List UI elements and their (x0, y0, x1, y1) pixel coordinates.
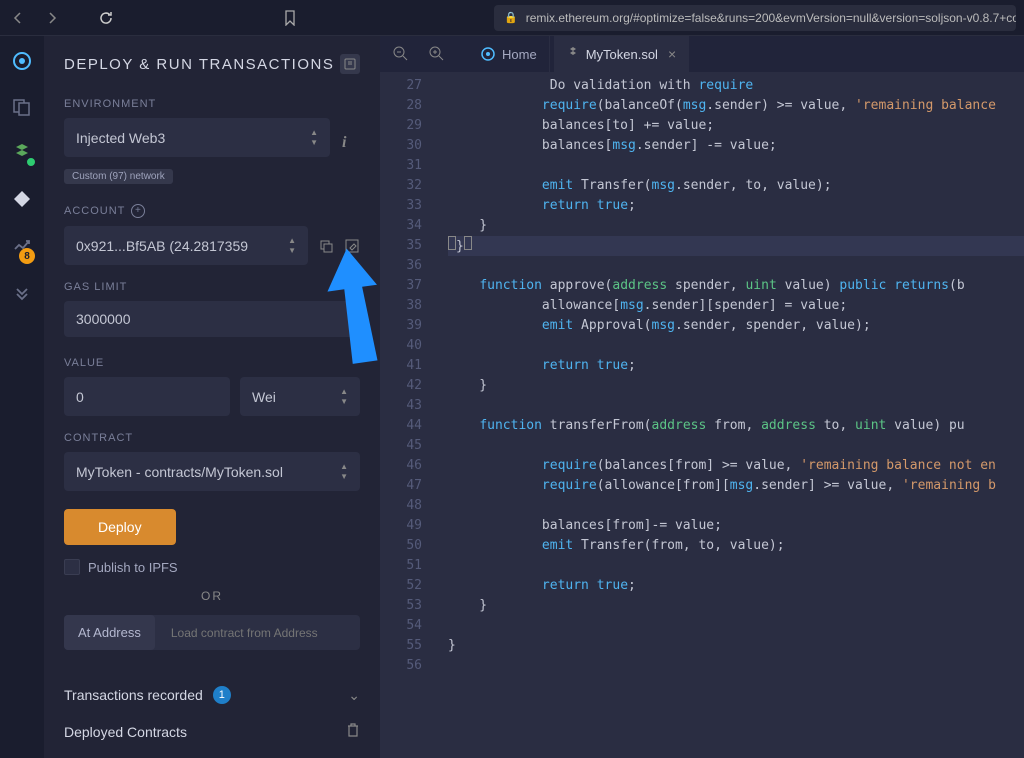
value-label: VALUE (64, 357, 360, 369)
zoom-in-icon[interactable] (424, 41, 450, 67)
editor-tabs: Home MyToken.sol × (380, 36, 1024, 72)
publish-ipfs-row[interactable]: Publish to IPFS (64, 559, 360, 575)
publish-ipfs-label: Publish to IPFS (88, 560, 178, 575)
contract-select[interactable]: MyToken - contracts/MyToken.sol ▲▼ (64, 452, 360, 491)
panel-title: DEPLOY & RUN TRANSACTIONS (64, 54, 360, 74)
value-input[interactable] (64, 377, 230, 416)
debugger-count-badge: 8 (19, 248, 35, 264)
publish-ipfs-checkbox[interactable] (64, 559, 80, 575)
gas-limit-input[interactable] (64, 301, 360, 337)
url-bar[interactable]: 🔒 remix.ethereum.org/#optimize=false&run… (494, 5, 1016, 31)
file-explorer-icon[interactable] (9, 94, 35, 120)
line-gutter: 2728293031323334353637383940414243444546… (380, 72, 436, 758)
compiler-status-badge (25, 156, 37, 168)
docs-icon[interactable] (340, 54, 360, 74)
icon-rail: 8 (0, 36, 44, 758)
environment-label: ENVIRONMENT (64, 98, 360, 110)
home-icon (480, 46, 496, 62)
deploy-panel: DEPLOY & RUN TRANSACTIONS ENVIRONMENT In… (44, 36, 380, 758)
environment-select[interactable]: Injected Web3 ▲▼ (64, 118, 330, 157)
or-divider: OR (64, 589, 360, 603)
trash-icon[interactable] (346, 722, 360, 741)
edit-account-icon[interactable] (344, 238, 360, 254)
environment-info-icon[interactable]: i (342, 134, 360, 152)
account-label: ACCOUNT + (64, 204, 360, 218)
value-unit-select[interactable]: Wei ▲▼ (240, 377, 360, 416)
remix-logo-icon[interactable] (9, 48, 35, 74)
deploy-button[interactable]: Deploy (64, 509, 176, 545)
account-select[interactable]: 0x921...Bf5AB (24.2817359 ▲▼ (64, 226, 308, 265)
zoom-out-icon[interactable] (388, 41, 414, 67)
lock-icon: 🔒 (504, 11, 518, 24)
debugger-icon[interactable]: 8 (9, 232, 35, 258)
tab-home[interactable]: Home (468, 36, 550, 72)
browser-toolbar: 🔒 remix.ethereum.org/#optimize=false&run… (0, 0, 1024, 36)
transactions-recorded-row[interactable]: Transactions recorded 1 ⌄ (64, 678, 360, 712)
reload-button[interactable] (96, 8, 116, 28)
bookmark-icon[interactable] (280, 8, 300, 28)
transactions-recorded-label: Transactions recorded (64, 687, 203, 703)
deploy-icon[interactable] (9, 186, 35, 212)
code-content[interactable]: Do validation with require require(balan… (436, 72, 1024, 758)
at-address-button[interactable]: At Address (64, 615, 155, 650)
compiler-icon[interactable] (9, 140, 35, 166)
network-badge: Custom (97) network (64, 169, 173, 184)
editor-area: Home MyToken.sol × 272829303132333435363… (380, 36, 1024, 758)
deployed-contracts-label: Deployed Contracts (64, 724, 187, 740)
solidity-file-icon (566, 47, 580, 61)
back-button[interactable] (8, 8, 28, 28)
forward-button[interactable] (42, 8, 62, 28)
gas-limit-label: GAS LIMIT (64, 281, 360, 293)
copy-account-icon[interactable] (318, 238, 334, 254)
url-text: remix.ethereum.org/#optimize=false&runs=… (526, 11, 1016, 25)
chevron-down-icon: ⌄ (348, 687, 360, 704)
contract-label: CONTRACT (64, 432, 360, 444)
add-account-icon[interactable]: + (131, 204, 145, 218)
close-tab-icon[interactable]: × (668, 46, 676, 62)
tab-mytoken[interactable]: MyToken.sol × (554, 36, 689, 72)
at-address-input[interactable] (163, 616, 360, 650)
plugin-manager-icon[interactable] (9, 278, 35, 304)
transactions-count-badge: 1 (213, 686, 231, 704)
